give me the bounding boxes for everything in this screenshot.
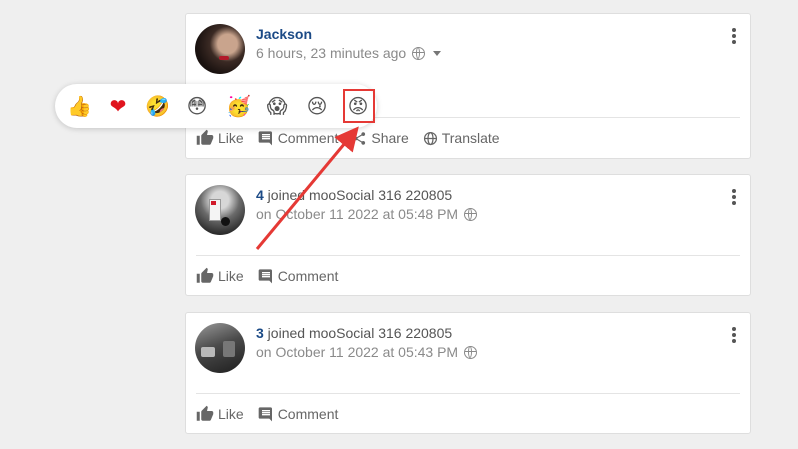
post-actions: Like Comment [196,267,352,285]
post-actions: Like Comment Share Translate [196,129,514,147]
comment-label: Comment [277,406,339,422]
comment-icon [258,131,272,146]
share-button[interactable]: Share [352,130,409,146]
post-card-joined-4: 4 joined mooSocial 316 220805 on October… [185,174,751,296]
comment-label: Comment [277,130,339,146]
scared-reaction[interactable]: 😱 [266,95,288,117]
thumbs-up-icon [196,129,214,145]
avatar[interactable] [195,185,245,235]
share-icon [354,131,366,145]
party-reaction[interactable]: 🥳 [226,95,251,117]
globe-icon [464,207,478,221]
comment-button[interactable]: Comment [258,130,339,146]
author-link[interactable]: Jackson [256,26,312,42]
comment-button[interactable]: Comment [258,268,339,284]
like-reaction[interactable]: 👍 [67,95,92,117]
love-reaction[interactable]: ❤ [107,95,129,117]
translate-label: Translate [441,130,500,146]
wow-reaction[interactable]: 😳 [186,95,208,117]
avatar[interactable] [195,323,245,373]
like-button[interactable]: Like [196,405,244,423]
more-options-icon[interactable] [732,189,736,205]
comment-button[interactable]: Comment [258,406,339,422]
activity-text: joined mooSocial 316 220805 [263,325,453,341]
like-label: Like [218,268,244,284]
post-meta: on October 11 2022 at 05:43 PM [256,344,478,360]
angry-reaction-highlight-box [343,89,375,123]
like-button[interactable]: Like [196,267,244,285]
translate-button[interactable]: Translate [423,130,500,146]
member-count-link[interactable]: 4 [256,187,264,203]
comment-icon [258,269,272,284]
thumbs-up-icon [196,267,214,283]
comment-label: Comment [277,268,339,284]
post-time[interactable]: on October 11 2022 at 05:43 PM [256,344,458,360]
activity-text: joined mooSocial 316 220805 [263,187,453,203]
divider [196,255,740,256]
comment-icon [258,407,272,422]
sad-reaction[interactable]: 😢 [306,95,328,117]
post-meta: 6 hours, 23 minutes ago [256,45,442,61]
post-author-line: Jackson [256,26,312,42]
thumbs-up-icon [196,405,214,421]
globe-icon [412,46,426,60]
activity-line: 4 joined mooSocial 316 220805 [256,187,452,203]
globe-translate-icon [423,131,437,145]
like-label: Like [218,130,244,146]
more-options-icon[interactable] [732,327,736,343]
reaction-picker: 👍 ❤ 🤣 😳 🥳 😱 😢 😡 [55,84,377,128]
like-button[interactable]: Like [196,129,244,147]
chevron-down-icon[interactable] [433,50,442,56]
post-card-joined-3: 3 joined mooSocial 316 220805 on October… [185,312,751,434]
post-meta: on October 11 2022 at 05:48 PM [256,206,478,222]
divider [196,393,740,394]
post-time[interactable]: on October 11 2022 at 05:48 PM [256,206,458,222]
haha-reaction[interactable]: 🤣 [145,95,170,117]
post-time[interactable]: 6 hours, 23 minutes ago [256,45,406,61]
share-label: Share [371,130,409,146]
more-options-icon[interactable] [732,28,736,44]
member-count-link[interactable]: 3 [256,325,264,341]
globe-icon [464,345,478,359]
activity-line: 3 joined mooSocial 316 220805 [256,325,452,341]
avatar[interactable] [195,24,245,74]
post-actions: Like Comment [196,405,352,423]
like-label: Like [218,406,244,422]
